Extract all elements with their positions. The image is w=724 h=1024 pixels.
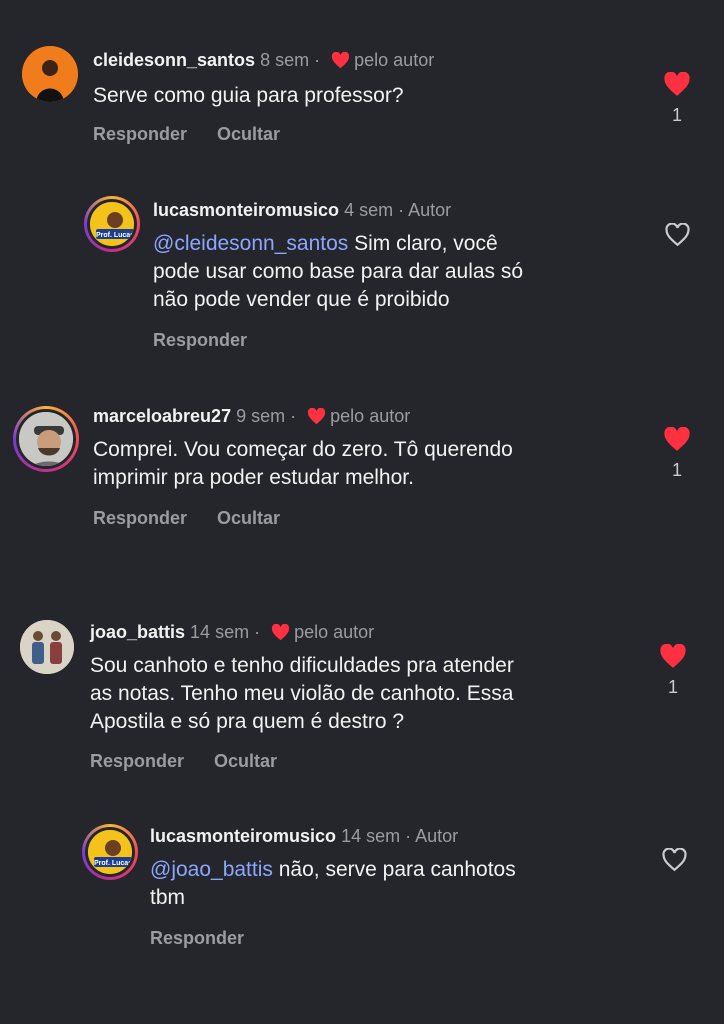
comment-time: 14 sem	[190, 622, 250, 642]
avatar[interactable]	[20, 620, 74, 674]
svg-text:Prof. Lucas: Prof. Lucas	[94, 860, 132, 867]
mention-link[interactable]: @cleidesonn_santos	[153, 232, 348, 255]
reply-item: Prof. Lucas lucasmonteiromusico 4 sem · …	[0, 170, 724, 370]
comment-item: marceloabreu27 9 sem · pelo autor Compre…	[0, 370, 724, 560]
comment-actions: Responder	[150, 928, 274, 949]
comment-time: 8 sem	[260, 50, 310, 70]
comment-text: Serve como guia para professor?	[93, 84, 404, 107]
comment-time: 4 sem	[344, 200, 394, 220]
hide-button[interactable]: Ocultar	[217, 508, 280, 528]
avatar[interactable]: Prof. Lucas	[84, 196, 140, 252]
liked-by-author-label: pelo autor	[294, 622, 375, 642]
avatar[interactable]	[22, 46, 78, 102]
heart-filled-icon[interactable]	[657, 72, 697, 97]
hide-button[interactable]: Ocultar	[214, 751, 277, 771]
comment-text: @joao_battis não, serve para canhotos tb…	[150, 858, 516, 909]
reply-item: Prof. Lucas lucasmonteiromusico 14 sem ·…	[0, 800, 724, 980]
comment-actions: Responder Ocultar	[93, 508, 310, 529]
hide-button[interactable]: Ocultar	[217, 124, 280, 144]
liked-by-author-heart-icon	[331, 52, 350, 69]
comment-header: cleidesonn_santos 8 sem · pelo autor	[93, 50, 435, 70]
liked-by-author-heart-icon	[271, 624, 290, 641]
like-control: 1	[657, 427, 697, 481]
liked-by-author-label: pelo autor	[330, 406, 411, 426]
comment-header: lucasmonteiromusico 14 sem · Autor	[150, 826, 459, 846]
author-label: Autor	[408, 200, 452, 220]
comment-text: @cleidesonn_santos Sim claro, você pode …	[153, 232, 524, 311]
heart-filled-icon[interactable]	[653, 644, 693, 669]
like-count[interactable]: 1	[657, 105, 697, 126]
author-logo-icon: Prof. Lucas	[90, 202, 134, 246]
reply-button[interactable]: Responder	[90, 751, 184, 771]
comment-header: lucasmonteiromusico 4 sem · Autor	[153, 200, 452, 220]
avatar[interactable]	[13, 406, 79, 472]
comment-header: joao_battis 14 sem · pelo autor	[90, 622, 375, 642]
heart-outline-icon[interactable]	[654, 848, 694, 872]
like-count[interactable]: 1	[657, 460, 697, 481]
comment-time: 14 sem	[341, 826, 401, 846]
comment-time: 9 sem	[236, 406, 286, 426]
comment-item: cleidesonn_santos 8 sem · pelo autor Ser…	[0, 0, 724, 170]
liked-by-author-label: pelo autor	[354, 50, 435, 70]
comment-actions: Responder Ocultar	[90, 751, 307, 772]
like-control: 1	[657, 72, 697, 126]
mention-link[interactable]: @joao_battis	[150, 858, 273, 881]
like-control	[654, 848, 694, 872]
reply-button[interactable]: Responder	[150, 928, 244, 948]
like-count[interactable]: 1	[653, 677, 693, 698]
reply-button[interactable]: Responder	[153, 330, 247, 350]
comment-actions: Responder	[153, 330, 277, 351]
heart-outline-icon[interactable]	[657, 223, 697, 247]
like-control: 1	[653, 644, 693, 698]
svg-text:Prof. Lucas: Prof. Lucas	[96, 232, 134, 239]
author-label: Autor	[415, 826, 459, 846]
comment-text: Sou canhoto e tenho dificuldades pra ate…	[90, 654, 514, 733]
username[interactable]: lucasmonteiromusico	[150, 826, 336, 846]
username[interactable]: lucasmonteiromusico	[153, 200, 339, 220]
like-control	[657, 223, 697, 247]
comment-header: marceloabreu27 9 sem · pelo autor	[93, 406, 411, 426]
comment-item: joao_battis 14 sem · pelo autor Sou canh…	[0, 600, 724, 800]
username[interactable]: joao_battis	[90, 622, 185, 642]
comment-actions: Responder Ocultar	[93, 124, 310, 145]
username[interactable]: cleidesonn_santos	[93, 50, 255, 70]
heart-filled-icon[interactable]	[657, 427, 697, 452]
username[interactable]: marceloabreu27	[93, 406, 231, 426]
reply-button[interactable]: Responder	[93, 508, 187, 528]
avatar[interactable]: Prof. Lucas	[82, 824, 138, 880]
author-logo-icon: Prof. Lucas	[88, 830, 132, 874]
comment-text: Comprei. Vou começar do zero. Tô querend…	[93, 438, 513, 489]
reply-button[interactable]: Responder	[93, 124, 187, 144]
liked-by-author-heart-icon	[307, 408, 326, 425]
